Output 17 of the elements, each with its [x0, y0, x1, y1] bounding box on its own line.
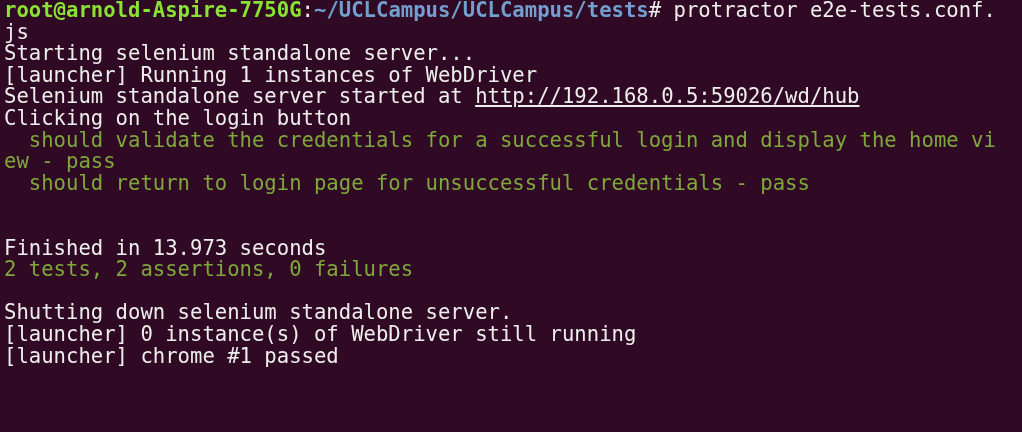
command-text: # protractor e2e-tests.conf.	[648, 0, 996, 22]
test-result-line: 2 tests, 2 assertions, 0 failures	[4, 259, 415, 281]
prompt-user-host: root@arnold-Aspire-7750G	[4, 0, 302, 22]
output-line: Finished in 13.973 seconds	[4, 237, 328, 260]
output-line: Shutting down selenium standalone server.	[4, 302, 514, 324]
output-line: [launcher] chrome #1 passed	[4, 345, 340, 368]
output-line: js	[4, 21, 29, 44]
output-line: [launcher] Running 1 instances of WebDriver	[4, 64, 538, 87]
test-result-line: should validate the credentials for a successful login and display the home vi	[28, 129, 997, 152]
test-result-line: should return to login page for unsuccessful credentials - pass	[27, 172, 811, 195]
output-line: Starting selenium standalone server...	[4, 43, 477, 65]
output-line: [launcher] 0 instance(s) of WebDriver still running	[4, 323, 638, 346]
output-line: Clicking on the login button	[4, 107, 353, 130]
prompt-separator: :	[301, 0, 314, 22]
test-result-line: ew - pass	[4, 151, 117, 173]
url-link[interactable]: http://192.168.0.5:59026/wd/hub	[475, 84, 860, 109]
prompt-path: ~/UCLCampus/UCLCampus/tests	[314, 0, 649, 22]
